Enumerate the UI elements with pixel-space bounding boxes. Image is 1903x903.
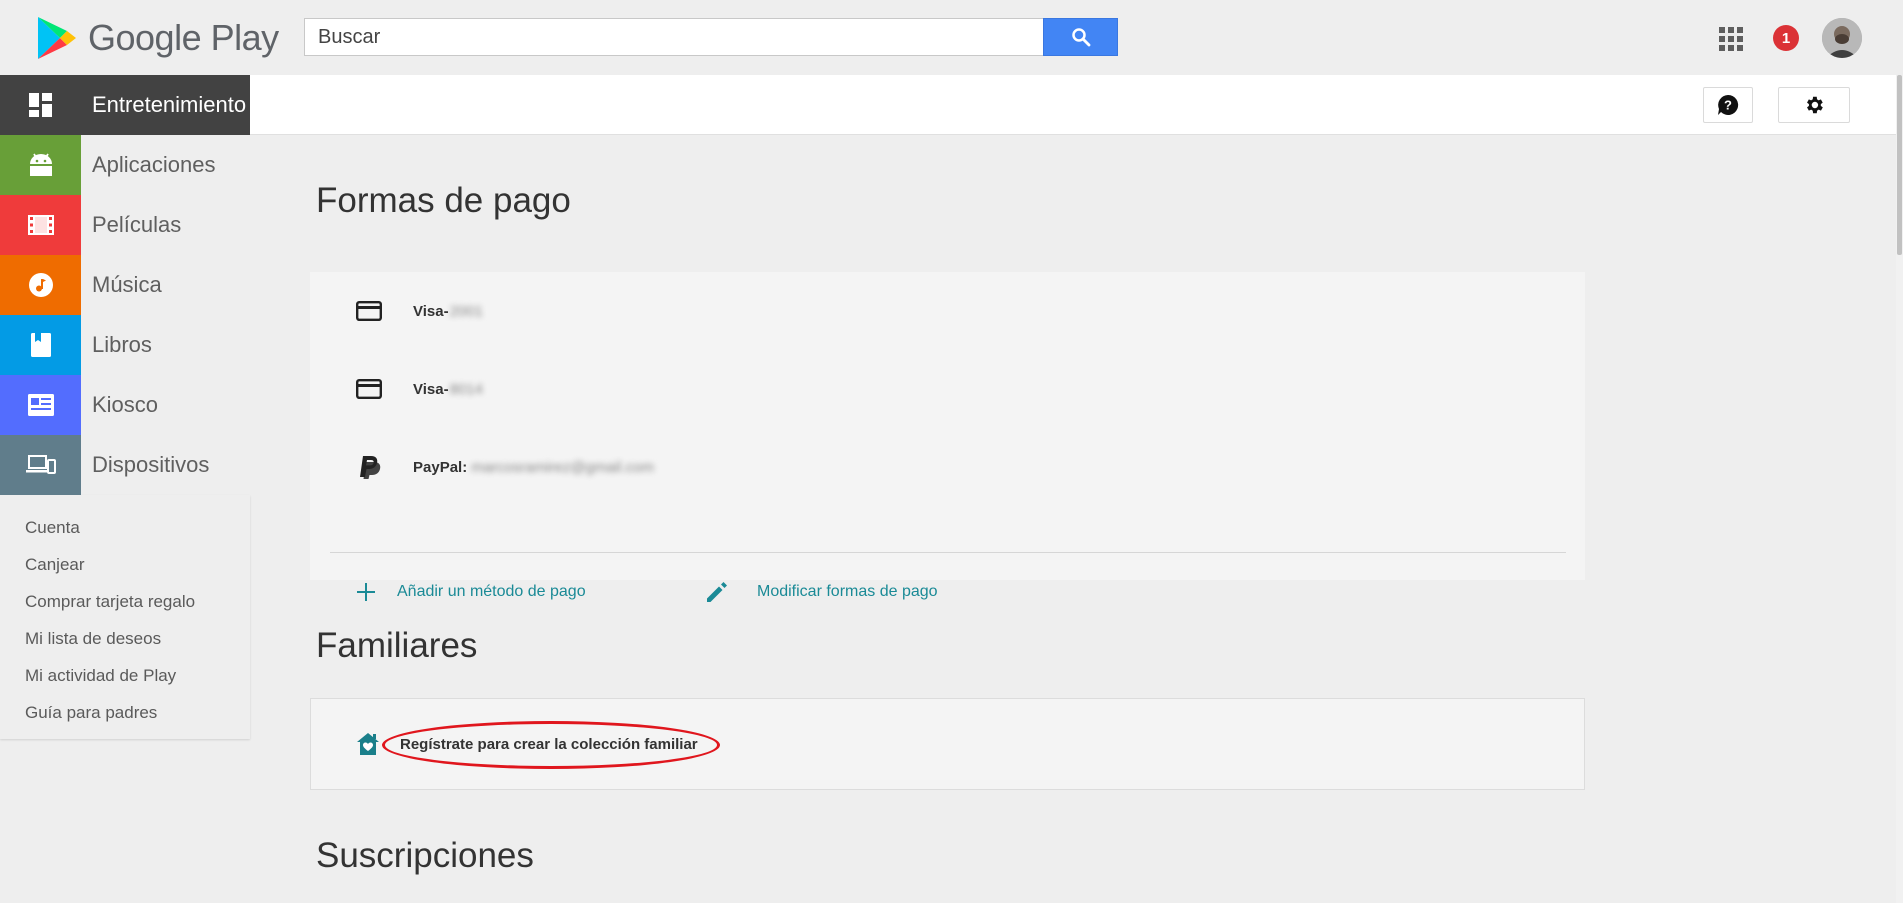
film-icon xyxy=(27,215,54,235)
sidebar-link-gift-card[interactable]: Comprar tarjeta regalo xyxy=(0,583,250,620)
category-icon-box xyxy=(0,195,81,255)
category-icon-box xyxy=(0,375,81,435)
payment-method-masked: 2001 xyxy=(449,302,483,320)
google-play-logo[interactable]: Google Play xyxy=(36,15,279,61)
sidebar-item-dispositivos[interactable]: Dispositivos xyxy=(0,435,250,495)
music-note-icon xyxy=(28,273,53,297)
credit-card-icon xyxy=(356,379,382,399)
add-payment-label: Añadir un método de pago xyxy=(397,583,586,600)
payment-method-row[interactable]: PayPal: marcosramirez@gmail.com xyxy=(354,452,654,482)
book-icon xyxy=(30,333,51,357)
notification-badge[interactable]: 1 xyxy=(1773,25,1799,51)
svg-text:?: ? xyxy=(1724,98,1732,113)
family-card: Regístrate para crear la colección famil… xyxy=(310,698,1585,790)
sidebar-item-label: Libros xyxy=(92,332,152,357)
sidebar-item-musica[interactable]: Música xyxy=(0,255,250,315)
payment-method-masked: marcosramirez@gmail.com xyxy=(471,458,654,476)
payment-method-masked: 8014 xyxy=(449,380,483,398)
sidebar-link-wishlist[interactable]: Mi lista de deseos xyxy=(0,620,250,657)
family-signup-link[interactable]: Regístrate para crear la colección famil… xyxy=(382,720,720,769)
family-signup-row[interactable]: Regístrate para crear la colección famil… xyxy=(355,720,720,769)
subscriptions-section-title: Suscripciones xyxy=(316,836,534,875)
page-scrollbar[interactable] xyxy=(1896,75,1903,903)
family-signup-text: Regístrate para crear la colección famil… xyxy=(400,735,698,753)
category-icon-box xyxy=(0,435,81,495)
sidebar-link-cuenta[interactable]: Cuenta xyxy=(0,509,250,546)
settings-button[interactable] xyxy=(1778,87,1850,123)
search-input[interactable] xyxy=(316,24,1020,50)
plus-icon xyxy=(357,583,375,601)
sidebar-link-canjear[interactable]: Canjear xyxy=(0,546,250,583)
devices-icon xyxy=(25,455,56,474)
apps-grid-icon[interactable] xyxy=(1719,27,1743,51)
sidebar-item-label: Entretenimiento xyxy=(92,92,247,117)
sidebar-link-parents-guide[interactable]: Guía para padres xyxy=(0,694,250,731)
category-icon-box xyxy=(0,135,81,195)
sidebar: Entretenimiento Aplicaciones Películas M… xyxy=(0,75,250,739)
payment-method-name: PayPal: xyxy=(413,458,468,476)
payment-methods-card: Visa- 2001 Visa- 8014 PayPal: marcosrami… xyxy=(310,272,1585,602)
toolbar-strip: ? xyxy=(250,75,1900,135)
sidebar-item-label: Aplicaciones xyxy=(92,152,216,177)
payment-icon-wrap xyxy=(354,379,384,399)
pencil-icon xyxy=(707,582,727,602)
logo-text: Google Play xyxy=(88,17,279,58)
help-icon: ? xyxy=(1718,94,1739,115)
payment-section-title: Formas de pago xyxy=(316,181,571,220)
category-icon-box xyxy=(0,75,81,135)
payment-icon-wrap xyxy=(354,301,384,321)
payment-method-name: Visa- xyxy=(413,302,449,320)
edit-payment-methods-button[interactable]: Modificar formas de pago xyxy=(704,577,938,607)
sidebar-item-kiosco[interactable]: Kiosco xyxy=(0,375,250,435)
search-box xyxy=(304,18,1044,56)
family-home-icon xyxy=(357,733,379,755)
avatar[interactable] xyxy=(1822,18,1862,58)
sidebar-item-label: Películas xyxy=(92,212,182,237)
sidebar-item-label: Música xyxy=(92,272,162,297)
sidebar-item-peliculas[interactable]: Películas xyxy=(0,195,250,255)
credit-card-icon xyxy=(356,301,382,321)
payment-method-row[interactable]: Visa- 8014 xyxy=(354,374,483,404)
payment-icon-wrap xyxy=(354,454,384,480)
sidebar-item-aplicaciones[interactable]: Aplicaciones xyxy=(0,135,250,195)
sidebar-link-activity[interactable]: Mi actividad de Play xyxy=(0,657,250,694)
family-section-title: Familiares xyxy=(316,626,478,665)
payment-method-row[interactable]: Visa- 2001 xyxy=(354,296,483,326)
scrollbar-thumb[interactable] xyxy=(1897,75,1902,255)
search-button[interactable] xyxy=(1043,18,1118,56)
help-button[interactable]: ? xyxy=(1703,87,1753,123)
paypal-icon xyxy=(360,456,381,479)
top-header: Google Play 1 xyxy=(0,0,1903,75)
search-icon xyxy=(1071,28,1090,47)
payment-method-name: Visa- xyxy=(413,380,449,398)
sidebar-links: Cuenta Canjear Comprar tarjeta regalo Mi… xyxy=(0,495,250,739)
edit-payment-label: Modificar formas de pago xyxy=(757,583,938,600)
gear-icon xyxy=(1807,96,1823,114)
newspaper-icon xyxy=(27,394,54,416)
sidebar-item-label: Dispositivos xyxy=(92,452,210,477)
sidebar-item-libros[interactable]: Libros xyxy=(0,315,250,375)
grid-icon xyxy=(28,93,52,117)
play-triangle-icon xyxy=(38,17,76,59)
android-icon xyxy=(29,153,52,176)
category-icon-box xyxy=(0,315,81,375)
card-divider xyxy=(330,552,1566,553)
sidebar-item-entretenimiento[interactable]: Entretenimiento xyxy=(0,75,250,135)
category-icon-box xyxy=(0,255,81,315)
add-payment-method-button[interactable]: Añadir un método de pago xyxy=(354,577,586,607)
sidebar-item-label: Kiosco xyxy=(92,392,159,417)
user-photo-icon xyxy=(1822,18,1862,58)
